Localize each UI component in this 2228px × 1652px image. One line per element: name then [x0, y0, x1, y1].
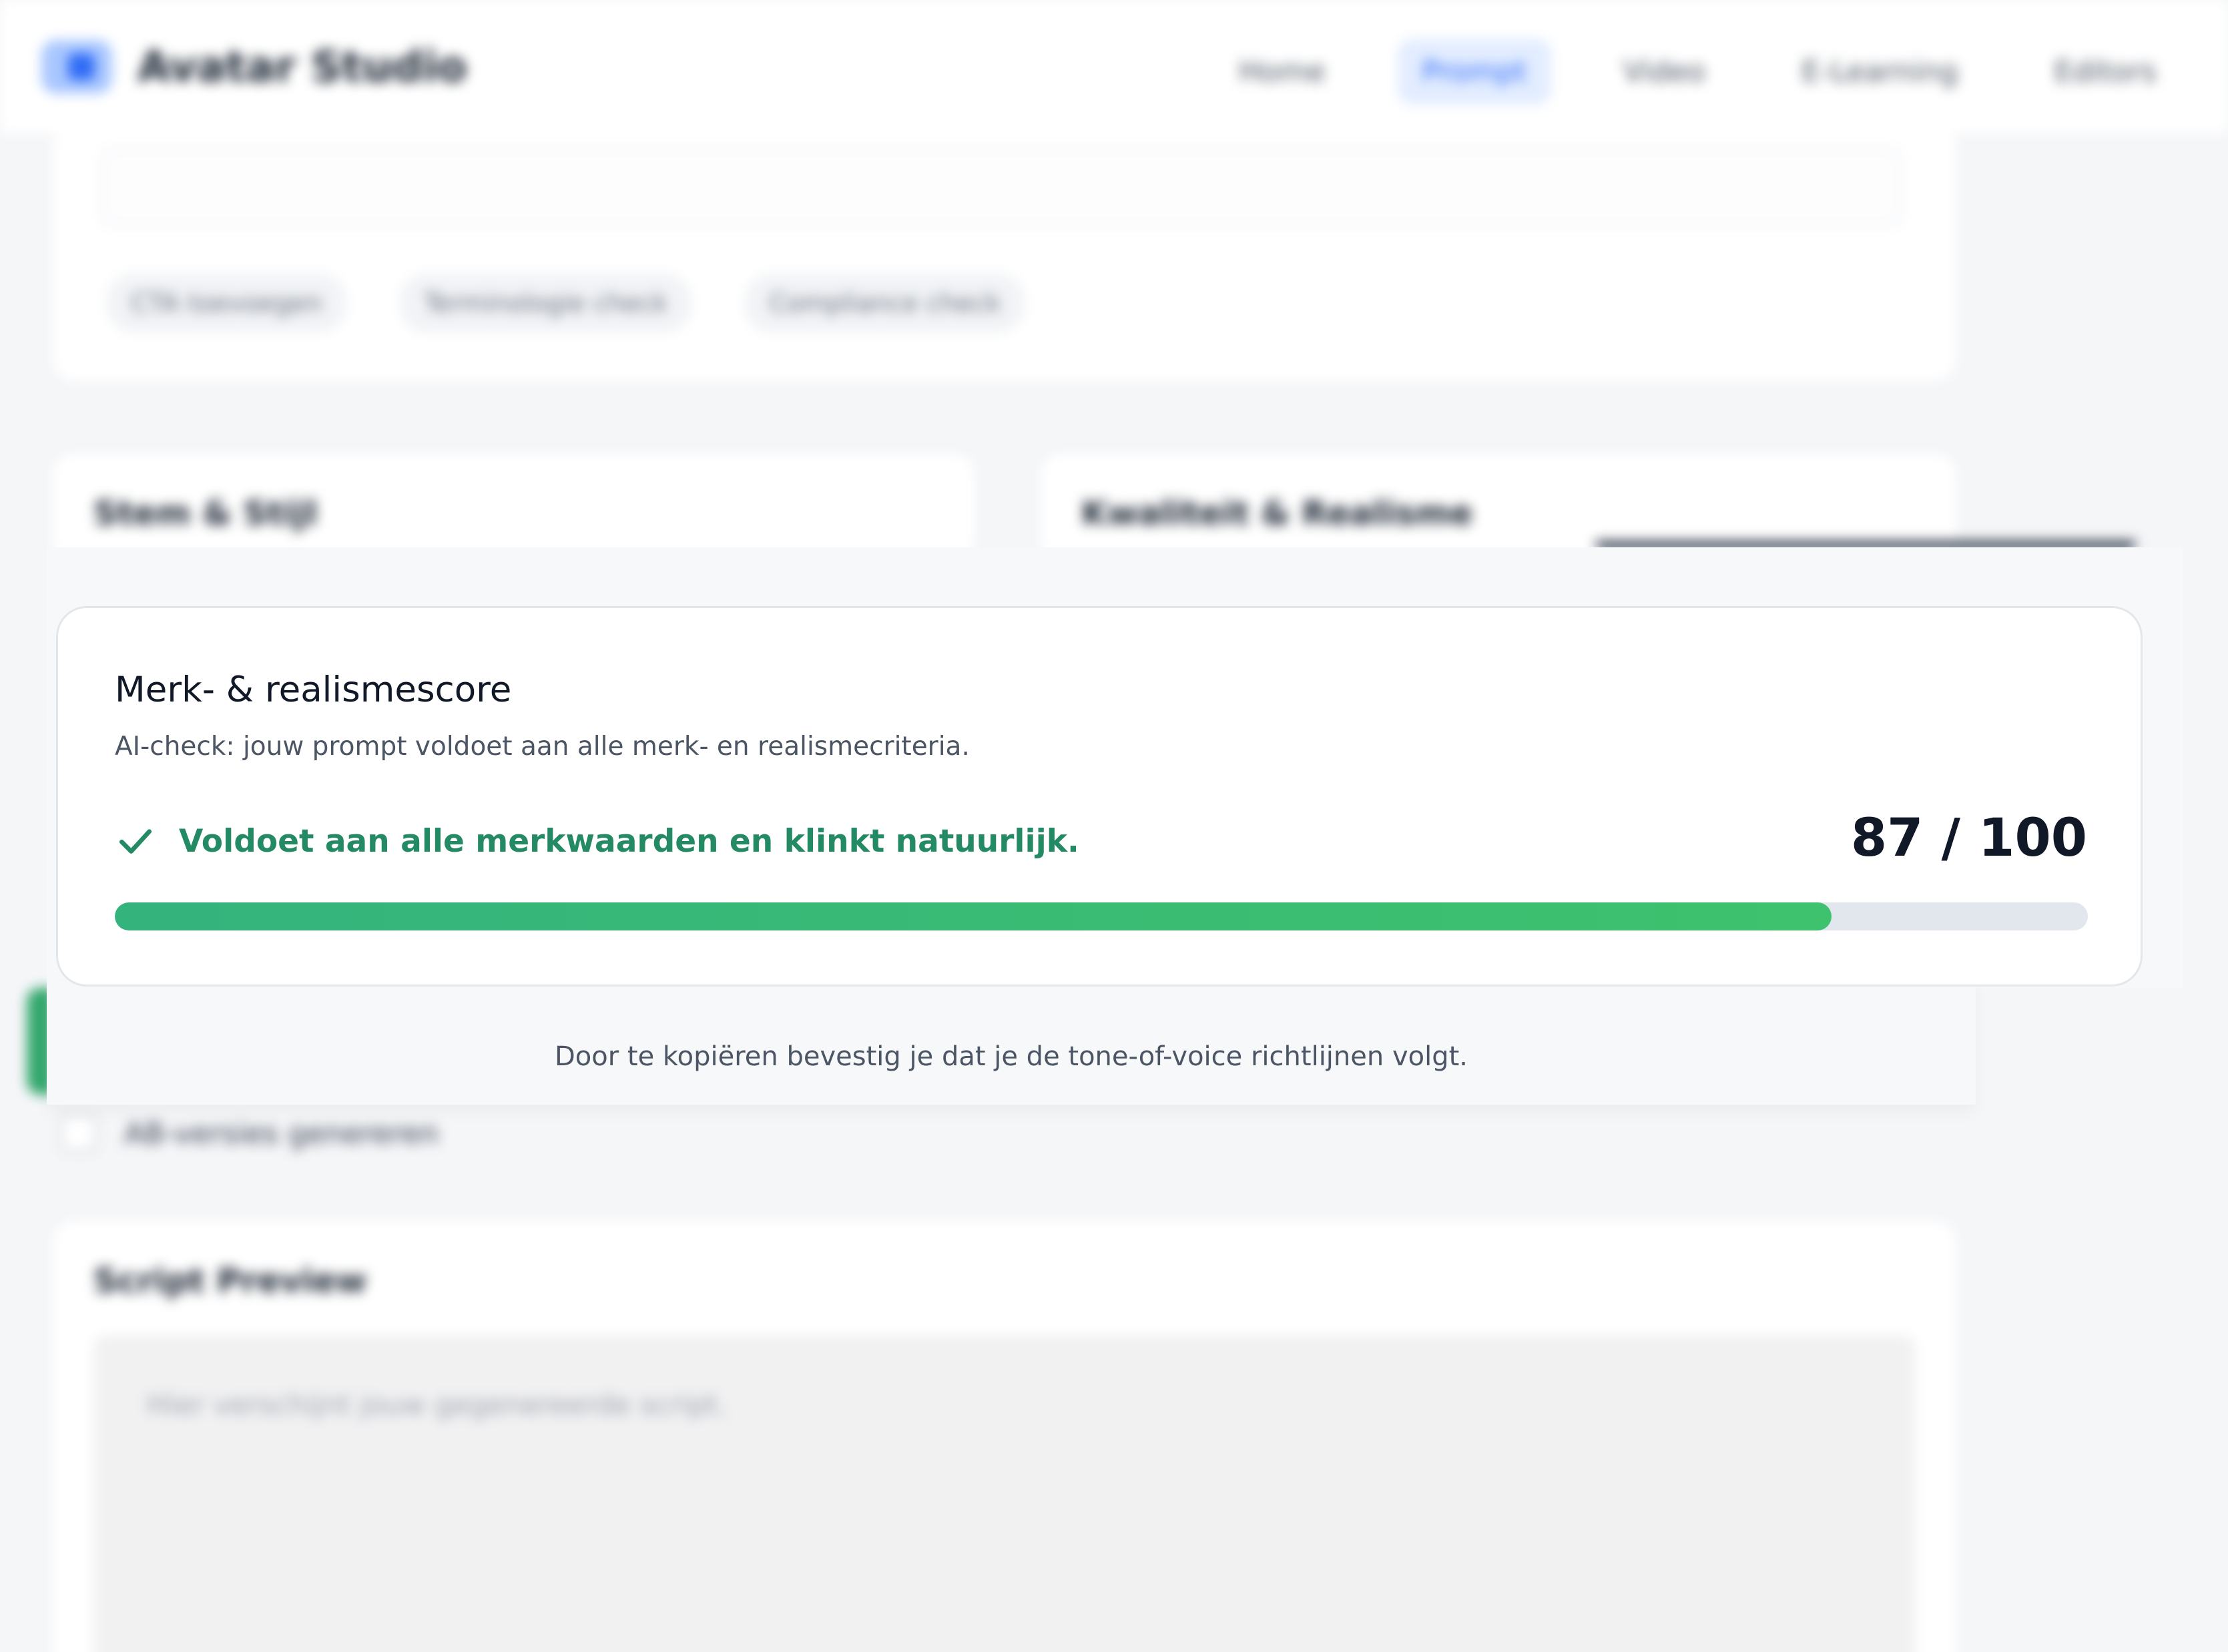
score-progress-fill	[115, 902, 1832, 930]
script-placeholder: Hier verschijnt jouw gegenereerde script…	[147, 1388, 727, 1421]
status-text: Voldoet aan alle merkwaarden en klinkt n…	[179, 822, 1079, 860]
ab-version-label: AB-versies genereren	[124, 1116, 439, 1151]
score-panel: Merk- & realismescore AI-check: jouw pro…	[56, 606, 2143, 987]
status-row: Voldoet aan alle merkwaarden en klinkt n…	[115, 820, 1079, 862]
main-nav: Home Prompt Video E-Learning Editors	[1215, 39, 2181, 105]
chip-compliance[interactable]: Compliance check	[745, 274, 1025, 332]
script-preview-card: Script Preview Hier verschijnt jouw gege…	[53, 1221, 1956, 1652]
chip-terminology[interactable]: Terminologie check	[400, 274, 692, 332]
style-card: Stem & Stijl	[53, 454, 974, 561]
top-navigation-bar: Avatar Studio Home Prompt Video E-Learni…	[0, 0, 2228, 133]
ab-version-checkbox[interactable]	[60, 1115, 97, 1152]
app-root: Avatar Studio Home Prompt Video E-Learni…	[0, 0, 2228, 1652]
ab-version-option[interactable]: AB-versies genereren	[60, 1115, 439, 1152]
chip-cta[interactable]: CTA toevoegen	[107, 274, 347, 332]
script-preview-area[interactable]: Hier verschijnt jouw gegenereerde script…	[93, 1335, 1916, 1652]
prompt-input[interactable]	[100, 147, 1902, 227]
app-title: Avatar Studio	[137, 43, 467, 92]
footer-note-bar: Door te kopiëren bevestig je dat je de t…	[47, 981, 1976, 1105]
nav-item-editors[interactable]: Editors	[2030, 39, 2181, 105]
nav-item-video[interactable]: Video	[1599, 39, 1729, 105]
check-icon	[119, 829, 152, 854]
nav-item-e-learning[interactable]: E-Learning	[1777, 39, 1982, 105]
app-logo-icon	[41, 40, 112, 93]
score-progress-track	[115, 902, 2088, 930]
prompt-chip-row: CTA toevoegen Terminologie check Complia…	[107, 274, 1025, 332]
nav-item-home[interactable]: Home	[1215, 39, 1350, 105]
footer-note: Door te kopiëren bevestig je dat je de t…	[555, 1041, 1468, 1072]
nav-item-prompt[interactable]: Prompt	[1397, 39, 1551, 105]
score-value: 87 / 100	[1850, 808, 2087, 868]
score-title: Merk- & realismescore	[115, 669, 512, 710]
script-preview-heading: Script Preview	[93, 1262, 367, 1300]
quality-card-heading: Kwaliteit & Realisme	[1081, 494, 1473, 533]
score-subtitle: AI-check: jouw prompt voldoet aan alle m…	[115, 732, 970, 762]
style-card-heading: Stem & Stijl	[93, 494, 318, 533]
